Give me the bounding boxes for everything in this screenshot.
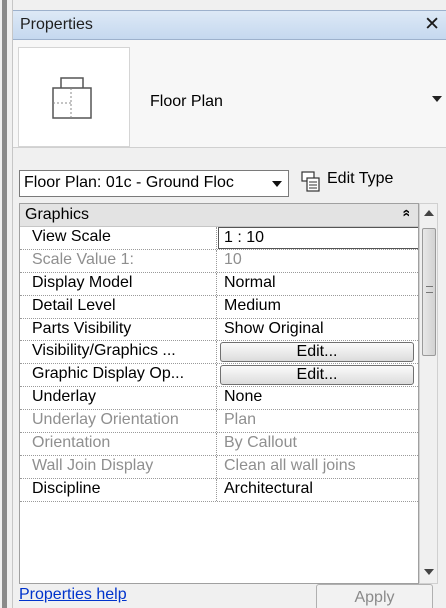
floor-plan-icon — [18, 47, 130, 147]
property-value[interactable]: None — [218, 387, 418, 409]
property-value[interactable]: Architectural — [218, 479, 418, 501]
scroll-up-icon[interactable] — [424, 210, 434, 216]
view-scale-input[interactable]: 1 : 10 — [218, 227, 418, 249]
property-name: Detail Level — [20, 295, 217, 318]
property-row: Underlay Orientation Plan — [20, 410, 418, 434]
property-value[interactable]: Medium — [218, 296, 418, 318]
property-value: Edit... — [218, 364, 418, 386]
property-row[interactable]: Parts Visibility Show Original — [20, 318, 418, 342]
property-name: Wall Join Display — [20, 455, 217, 478]
grip-icon — [426, 286, 433, 293]
type-selector[interactable]: Floor Plan — [13, 40, 446, 148]
property-value: 10 — [224, 250, 242, 268]
chevron-down-icon — [272, 181, 282, 187]
group-header-graphics[interactable]: Graphics » — [20, 204, 418, 227]
property-name: Parts Visibility — [20, 318, 217, 341]
property-name: Scale Value 1: — [20, 249, 217, 272]
property-name: Orientation — [20, 433, 217, 455]
vertical-scrollbar[interactable] — [419, 203, 438, 584]
property-value: Edit... — [218, 341, 418, 363]
scroll-thumb[interactable] — [422, 228, 436, 356]
panel-title: Properties — [20, 16, 93, 33]
window-edge — [0, 0, 13, 608]
property-name: View Scale — [20, 227, 217, 249]
property-row: Orientation By Callout — [20, 433, 418, 456]
property-row[interactable]: Detail Level Medium — [20, 295, 418, 319]
property-row[interactable]: Underlay None — [20, 387, 418, 411]
type-dropdown-arrow-icon[interactable] — [432, 96, 442, 102]
property-row[interactable]: Visibility/Graphics ... Edit... — [20, 341, 418, 365]
window-edge-stripe — [2, 0, 7, 608]
properties-help-link[interactable]: Properties help — [19, 586, 127, 604]
property-value[interactable]: Show Original — [218, 319, 418, 341]
property-row: Scale Value 1: 10 — [20, 249, 418, 273]
property-name: Underlay — [20, 387, 217, 410]
scroll-down-icon[interactable] — [424, 569, 434, 575]
graphic-display-options-edit-button[interactable]: Edit... — [220, 365, 414, 386]
property-row[interactable]: Graphic Display Op... Edit... — [20, 364, 418, 388]
close-icon[interactable]: ✕ — [424, 13, 440, 36]
property-name: Underlay Orientation — [20, 410, 217, 433]
property-row[interactable]: Discipline Architectural — [20, 478, 418, 502]
property-row[interactable]: View Scale 1 : 10 — [20, 227, 418, 250]
property-name: Display Model — [20, 272, 217, 295]
view-instance-value: Floor Plan: 01c - Ground Floc — [24, 174, 234, 191]
property-name: Visibility/Graphics ... — [20, 341, 217, 364]
collapse-icon[interactable]: » — [397, 209, 413, 217]
property-row: Wall Join Display Clean all wall joins — [20, 455, 418, 479]
edit-type-icon — [301, 171, 320, 192]
apply-button[interactable]: Apply — [316, 584, 433, 608]
property-grid: Graphics » View Scale 1 : 10 Scale Value… — [19, 203, 419, 584]
property-value: By Callout — [224, 434, 297, 452]
group-name: Graphics — [25, 206, 90, 223]
property-row[interactable]: Display Model Normal — [20, 272, 418, 296]
view-instance-select[interactable]: Floor Plan: 01c - Ground Floc — [19, 170, 289, 197]
type-name: Floor Plan — [150, 93, 223, 110]
property-name: Graphic Display Op... — [20, 364, 217, 387]
property-value: Plan — [224, 411, 257, 429]
title-bar[interactable]: Properties ✕ — [13, 10, 446, 40]
property-name: Discipline — [20, 478, 217, 501]
property-value: Clean all wall joins — [224, 456, 356, 474]
visibility-graphics-edit-button[interactable]: Edit... — [220, 342, 414, 363]
edit-type-label: Edit Type — [327, 170, 394, 187]
properties-panel: Properties ✕ Floor Plan Floor Plan: 01c … — [13, 0, 446, 608]
property-value[interactable]: Normal — [218, 273, 418, 295]
